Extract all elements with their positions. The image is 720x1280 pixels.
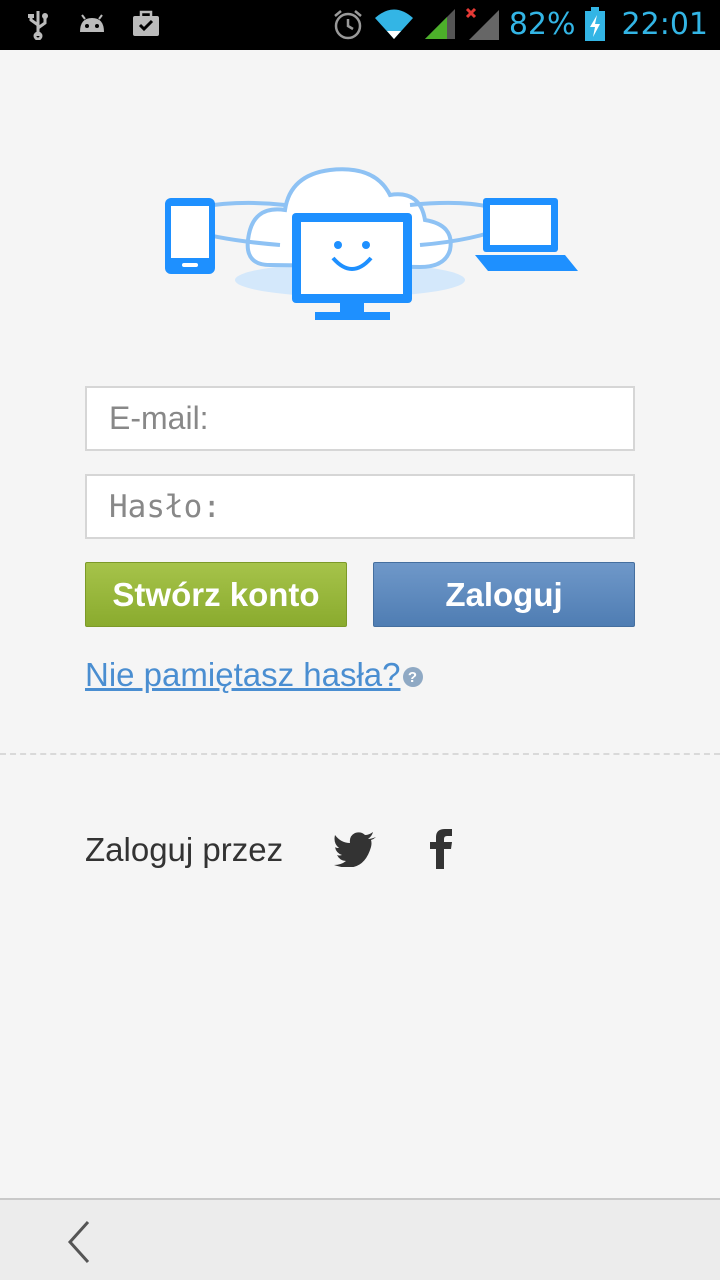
status-bar: 82% 22:01 [0,0,720,50]
clock: 22:01 [621,6,708,42]
login-screen: E-mail: Hasło: Stwórz konto Zaloguj Nie … [0,50,720,1198]
social-login: Zaloguj przez [85,825,452,875]
twitter-icon[interactable] [333,831,377,867]
android-debug-icon [80,14,104,32]
divider [0,753,720,755]
alarm-icon [334,10,362,40]
forgot-password: Nie pamiętasz hasła? ? [85,656,423,694]
signal-icon [424,9,455,39]
create-account-button[interactable]: Stwórz konto [85,562,347,627]
battery-charging-icon [584,7,605,41]
back-chevron-icon[interactable] [62,1220,96,1264]
help-icon[interactable]: ? [402,667,423,687]
system-icons: 82% 22:01 [331,6,708,42]
social-login-label: Zaloguj przez [85,831,284,868]
usb-icon [28,11,48,40]
email-field[interactable]: E-mail: [85,386,635,451]
forgot-password-link[interactable]: Nie pamiętasz hasła? [85,656,401,694]
wifi-icon [374,9,413,39]
navigation-bar [0,1198,720,1280]
notification-icons [22,8,162,40]
briefcase-check-icon [133,10,159,36]
login-button[interactable]: Zaloguj [373,562,635,627]
facebook-icon[interactable] [428,827,456,869]
cloud-devices-sync-icon [165,167,578,320]
signal-no-service-icon [465,7,499,40]
password-field[interactable]: Hasło: [85,474,635,539]
battery-percent: 82% [508,6,576,42]
